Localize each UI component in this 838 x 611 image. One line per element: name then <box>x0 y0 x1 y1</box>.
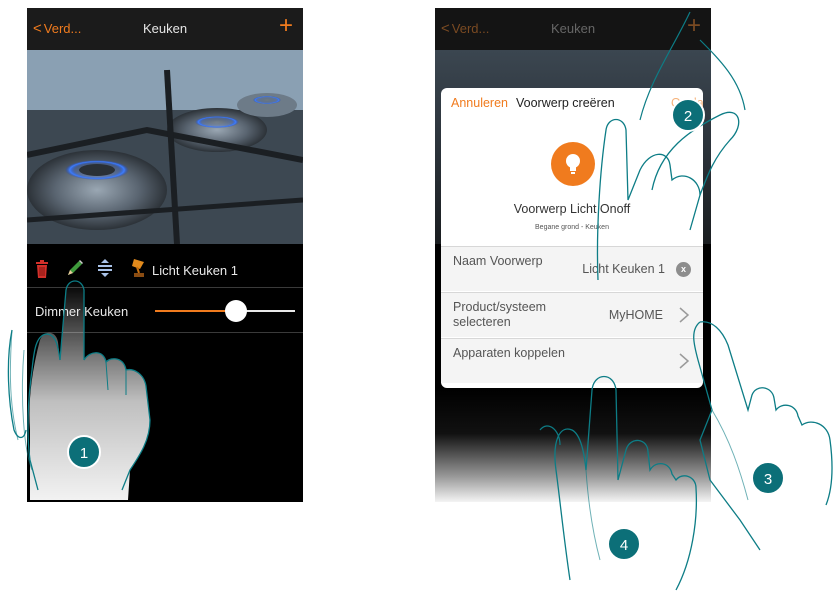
step-badge-1-label: 1 <box>80 445 88 462</box>
gesture-illustrations: 1 2 3 4 <box>7 11 833 591</box>
hand-pointer-3 <box>693 321 833 551</box>
step-badge-3-label: 3 <box>764 471 772 488</box>
step-badge-2-label: 2 <box>684 108 692 125</box>
hand-pointer-2 <box>596 11 746 281</box>
step-badge-4-label: 4 <box>620 537 628 554</box>
step-badges: 1 2 3 4 <box>67 98 785 561</box>
